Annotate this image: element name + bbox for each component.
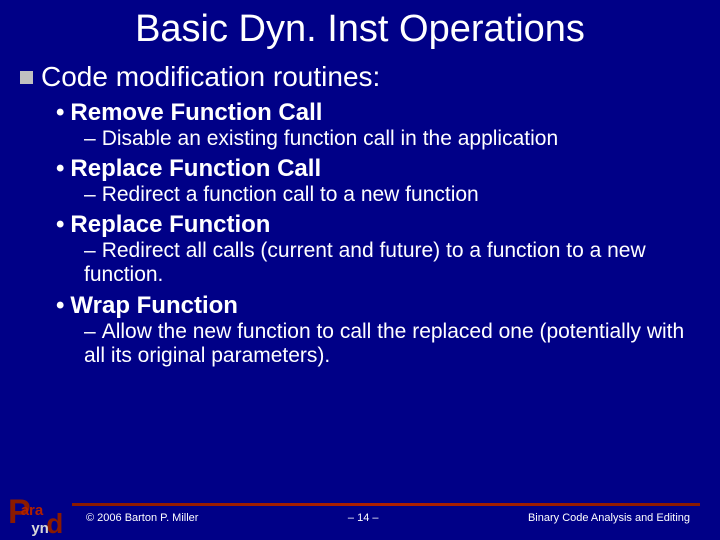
- item-desc-text: Allow the new function to call the repla…: [84, 320, 684, 367]
- slide-content: Code modification routines: •Remove Func…: [0, 51, 720, 368]
- copyright-text: © 2006 Barton P. Miller: [86, 512, 198, 524]
- bullet-dot-icon: •: [56, 292, 64, 319]
- item-heading: •Remove Function Call: [56, 99, 700, 127]
- page-number: – 14 –: [198, 512, 527, 524]
- list-item: •Wrap Function –Allow the new function t…: [56, 292, 700, 368]
- dash-icon: –: [84, 239, 96, 262]
- dash-icon: –: [84, 127, 96, 150]
- list-item: •Remove Function Call –Disable an existi…: [56, 99, 700, 151]
- dash-icon: –: [84, 183, 96, 206]
- item-desc: –Redirect all calls (current and future)…: [84, 239, 700, 287]
- slide-title: Basic Dyn. Inst Operations: [0, 0, 720, 51]
- item-heading: •Wrap Function: [56, 292, 700, 320]
- slide-footer: © 2006 Barton P. Miller – 14 – Binary Co…: [0, 503, 720, 524]
- item-desc-text: Disable an existing function call in the…: [102, 127, 558, 150]
- item-desc: –Disable an existing function call in th…: [84, 127, 700, 151]
- list-item: •Replace Function –Redirect all calls (c…: [56, 211, 700, 287]
- bullet-dot-icon: •: [56, 99, 64, 126]
- item-desc-text: Redirect a function call to a new functi…: [102, 183, 479, 206]
- footer-divider: [72, 503, 700, 506]
- item-desc: –Redirect a function call to a new funct…: [84, 183, 700, 207]
- section-header-text: Code modification routines:: [41, 61, 380, 92]
- bullet-dot-icon: •: [56, 211, 64, 238]
- item-name: Remove Function Call: [70, 99, 322, 126]
- item-heading: •Replace Function Call: [56, 155, 700, 183]
- footer-tagline: Binary Code Analysis and Editing: [528, 512, 690, 524]
- dash-icon: –: [84, 320, 96, 343]
- item-name: Wrap Function: [70, 292, 238, 319]
- list-item: •Replace Function Call –Redirect a funct…: [56, 155, 700, 207]
- item-heading: •Replace Function: [56, 211, 700, 239]
- item-name: Replace Function: [70, 211, 270, 238]
- square-bullet-icon: [20, 71, 33, 84]
- section-header: Code modification routines:: [20, 61, 700, 93]
- item-desc-text: Redirect all calls (current and future) …: [84, 239, 646, 286]
- item-desc: –Allow the new function to call the repl…: [84, 320, 700, 368]
- item-name: Replace Function Call: [70, 155, 321, 182]
- bullet-dot-icon: •: [56, 155, 64, 182]
